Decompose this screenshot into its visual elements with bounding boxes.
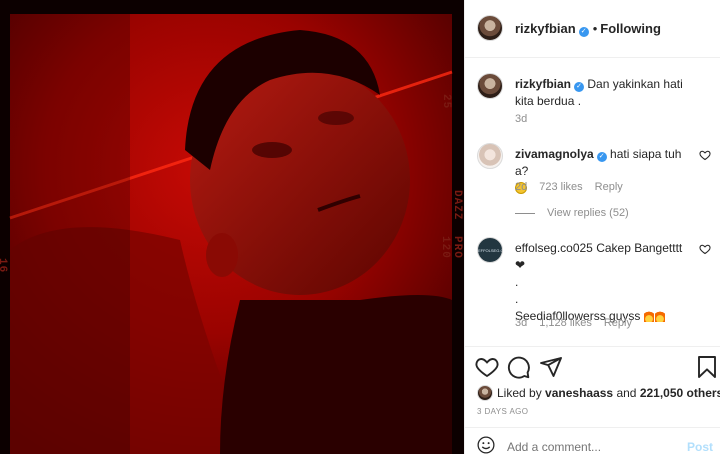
comment-likes[interactable]: 723 likes — [539, 181, 582, 193]
liked-by-and: and — [616, 386, 637, 400]
comment-meta: 3d 1,128 likes Reply — [515, 317, 644, 329]
caption-username[interactable]: rizkyfbian — [515, 77, 571, 91]
post-comment-button[interactable]: Post — [687, 440, 713, 454]
liked-by-prefix: Liked by — [497, 386, 542, 400]
heart-icon[interactable] — [475, 355, 499, 379]
header-separator: • — [592, 21, 598, 36]
verified-badge-icon: ✓ — [596, 152, 607, 162]
add-comment-bar: Post — [465, 427, 720, 454]
post-actions: Liked by vaneshaass and 221,050 others 3… — [465, 346, 720, 416]
like-comment-heart-icon[interactable] — [699, 149, 711, 161]
bookmark-icon[interactable] — [695, 355, 719, 379]
comment-input[interactable] — [507, 440, 677, 454]
liked-by: Liked by vaneshaass and 221,050 others — [477, 385, 720, 401]
author-row: rizkyfbian ✓ • Following — [515, 21, 661, 37]
instagram-post-modal: 25 DAZZ PRO 120 16 rizkyfbian ✓ • Following… — [0, 0, 720, 454]
film-edge-number: 25 — [440, 94, 452, 110]
caption-text-block: rizkyfbian ✓ Dan yakinkan hati kita berdu… — [515, 76, 687, 110]
comment-icon[interactable] — [507, 355, 531, 379]
author-avatar[interactable] — [477, 15, 503, 41]
replies-divider — [515, 212, 535, 214]
commenter-avatar[interactable] — [477, 143, 503, 169]
comment-meta: 2d 723 likes Reply — [515, 181, 635, 193]
post-photo-image — [0, 0, 464, 454]
film-edge-format: PRO 120 — [439, 236, 463, 259]
post-header: rizkyfbian ✓ • Following — [465, 0, 720, 58]
comment-time: 3d — [515, 317, 528, 329]
verified-badge-icon: ✓ — [578, 27, 589, 37]
reply-button[interactable]: Reply — [595, 181, 623, 193]
view-replies-button[interactable]: View replies (52) — [515, 207, 629, 219]
comment-username[interactable]: zivamagnolya — [515, 147, 594, 161]
emoji-picker-icon[interactable] — [477, 436, 495, 454]
comments-list[interactable]: rizkyfbian ✓ Dan yakinkan hati kita berdu… — [465, 59, 720, 345]
post-date[interactable]: 3 DAYS AGO — [477, 407, 528, 416]
black-heart-emoji-icon: ❤ — [515, 258, 526, 272]
share-icon[interactable] — [539, 355, 563, 379]
author-username[interactable]: rizkyfbian — [515, 21, 576, 36]
post-photo[interactable]: 25 DAZZ PRO 120 16 — [0, 0, 464, 454]
comment-likes[interactable]: 1,128 likes — [539, 317, 592, 329]
comment-time: 2d — [515, 181, 528, 193]
verified-badge-icon: ✓ — [574, 82, 585, 92]
like-comment-heart-icon[interactable] — [699, 243, 711, 255]
following-button[interactable]: Following — [600, 21, 661, 36]
comment-text: Cakep Bangetttt — [596, 241, 683, 255]
film-edge-brand: DAZZ — [451, 190, 463, 221]
fire-emoji-icon — [654, 310, 665, 322]
caption-time: 3d — [515, 113, 528, 125]
caption-author-avatar[interactable] — [477, 73, 503, 99]
comment-line-3: . — [515, 292, 519, 306]
caption-meta: 3d — [515, 113, 539, 125]
comment-text-block: effolseg.co025 Cakep Bangetttt ❤ . . See… — [515, 240, 687, 325]
liked-by-user[interactable]: vaneshaass — [545, 386, 613, 400]
commenter-avatar[interactable]: EFFOLSEG.CO — [477, 237, 503, 263]
comment-username[interactable]: effolseg.co025 — [515, 241, 593, 255]
view-replies-label: View replies (52) — [547, 207, 629, 219]
liked-by-others[interactable]: 221,050 others — [640, 386, 720, 400]
fire-emoji-icon — [643, 310, 654, 322]
film-edge-frame: 16 — [0, 258, 8, 274]
comment-line-2: . — [515, 275, 519, 289]
liker-avatar[interactable] — [477, 385, 493, 401]
post-side-panel: rizkyfbian ✓ • Following rizkyfbian ✓ Dan ya… — [464, 0, 720, 454]
reply-button[interactable]: Reply — [604, 317, 632, 329]
